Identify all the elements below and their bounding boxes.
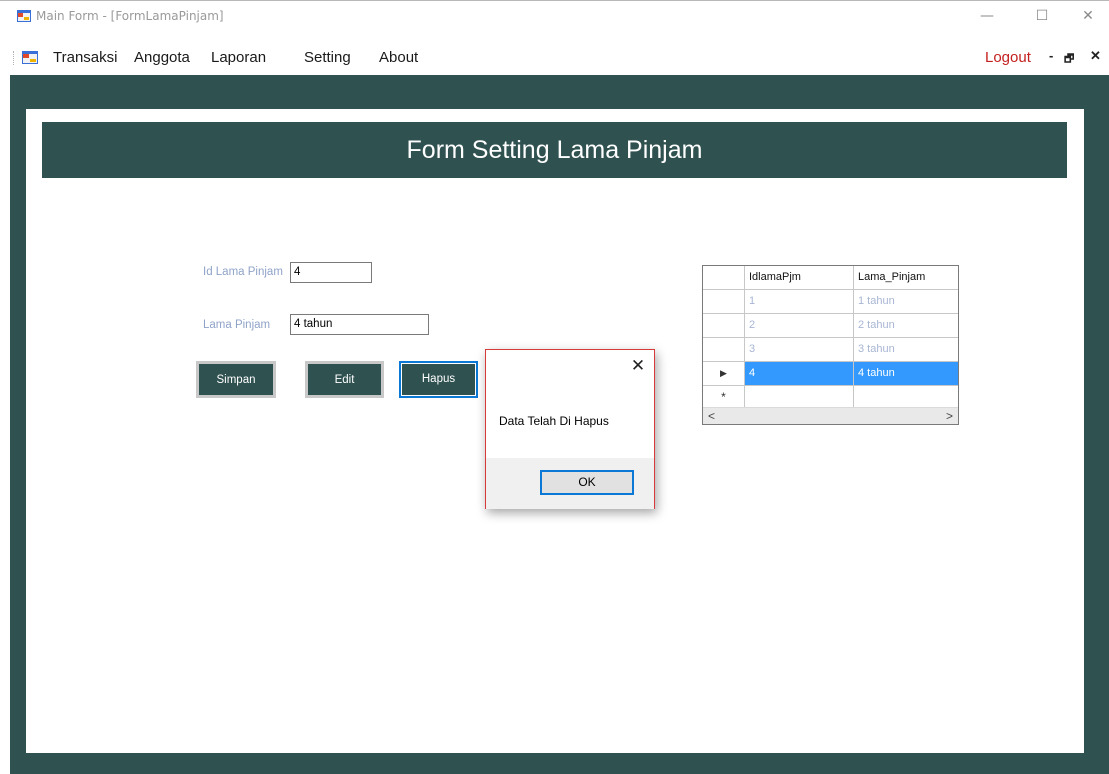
- cell-id[interactable]: 2: [745, 314, 854, 338]
- cell-lama[interactable]: 2 tahun: [854, 314, 958, 338]
- scroll-left-icon[interactable]: <: [703, 408, 720, 424]
- grid-corner: [703, 266, 745, 290]
- cell-lama[interactable]: 3 tahun: [854, 338, 958, 362]
- lama-pinjam-label: Lama Pinjam: [203, 319, 271, 331]
- hapus-button[interactable]: Hapus: [399, 361, 478, 398]
- scroll-right-icon[interactable]: >: [941, 408, 958, 424]
- row-header[interactable]: [703, 290, 745, 314]
- column-header-idlamapjm[interactable]: IdlamaPjm: [745, 266, 854, 290]
- minimize-button[interactable]: —: [967, 5, 1007, 29]
- app-icon: [17, 10, 31, 22]
- menu-about[interactable]: About: [379, 49, 418, 66]
- cell-lama[interactable]: 4 tahun: [854, 362, 958, 386]
- mdi-minimize-button[interactable]: -: [1049, 48, 1053, 63]
- lama-pinjam-grid[interactable]: IdlamaPjm Lama_Pinjam 1 1 tahun 2 2 tahu…: [702, 265, 959, 425]
- table-row[interactable]: 1 1 tahun: [703, 290, 958, 314]
- row-header[interactable]: [703, 314, 745, 338]
- header-band: Form Setting Lama Pinjam: [42, 122, 1067, 178]
- logout-link[interactable]: Logout: [985, 49, 1031, 66]
- menu-bar: Transaksi Anggota Laporan Setting About …: [0, 45, 1109, 71]
- id-lama-pinjam-input[interactable]: 4: [290, 262, 372, 283]
- current-row-arrow-icon[interactable]: ▶: [703, 362, 745, 386]
- menu-transaksi[interactable]: Transaksi: [53, 49, 117, 66]
- cell-id[interactable]: 1: [745, 290, 854, 314]
- simpan-button[interactable]: Simpan: [196, 361, 276, 398]
- cell-lama[interactable]: 1 tahun: [854, 290, 958, 314]
- mdi-child-icon[interactable]: [22, 51, 38, 64]
- column-header-lama-pinjam[interactable]: Lama_Pinjam: [854, 266, 958, 290]
- maximize-button[interactable]: ☐: [1022, 5, 1062, 29]
- menu-grip: [13, 51, 16, 65]
- main-window: Main Form - [FormLamaPinjam] — ☐ ✕ Trans…: [0, 0, 1109, 774]
- table-row[interactable]: 2 2 tahun: [703, 314, 958, 338]
- close-button[interactable]: ✕: [1068, 5, 1108, 29]
- menu-anggota[interactable]: Anggota: [134, 49, 190, 66]
- message-box: ✕ Data Telah Di Hapus OK: [485, 349, 655, 509]
- message-text: Data Telah Di Hapus: [499, 414, 609, 428]
- grid-header-row: IdlamaPjm Lama_Pinjam: [703, 266, 958, 290]
- message-footer: OK: [486, 458, 654, 509]
- row-header[interactable]: [703, 338, 745, 362]
- window-title: Main Form - [FormLamaPinjam]: [36, 9, 224, 23]
- id-lama-pinjam-label: Id Lama Pinjam: [203, 266, 283, 278]
- menu-setting[interactable]: Setting: [304, 49, 351, 66]
- horizontal-scrollbar[interactable]: < >: [703, 407, 958, 424]
- cell-id[interactable]: 4: [745, 362, 854, 386]
- mdi-restore-button[interactable]: 🗗: [1064, 50, 1074, 69]
- title-bar: Main Form - [FormLamaPinjam] — ☐ ✕: [0, 1, 1109, 31]
- ok-button[interactable]: OK: [540, 470, 634, 495]
- message-close-button[interactable]: ✕: [628, 356, 648, 376]
- lama-pinjam-input[interactable]: 4 tahun: [290, 314, 429, 335]
- cell-id[interactable]: 3: [745, 338, 854, 362]
- page-title: Form Setting Lama Pinjam: [406, 136, 703, 164]
- table-row-selected[interactable]: ▶ 4 4 tahun: [703, 362, 958, 386]
- mdi-close-button[interactable]: ✕: [1090, 48, 1101, 64]
- menu-laporan[interactable]: Laporan: [211, 49, 266, 66]
- edit-button[interactable]: Edit: [305, 361, 384, 398]
- table-row[interactable]: 3 3 tahun: [703, 338, 958, 362]
